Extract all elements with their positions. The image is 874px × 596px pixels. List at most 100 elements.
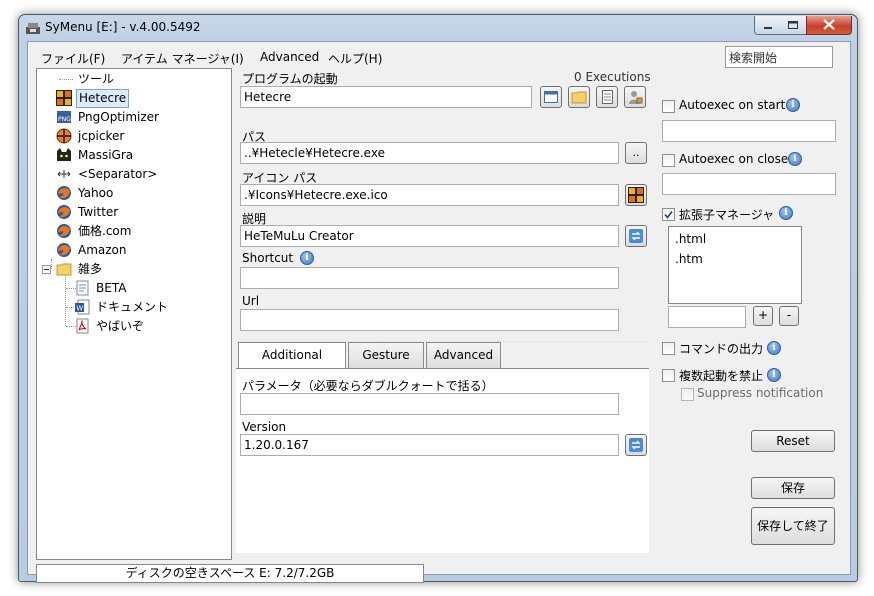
firefox-icon [57,186,71,200]
ext-manager-checkbox[interactable] [662,208,675,221]
firefox-icon [57,224,71,238]
firefox-icon [57,205,71,219]
icon-path-field[interactable]: .¥Icons¥Hetecre.exe.ico [240,184,619,206]
info-icon[interactable]: i [779,206,793,220]
autoexec-close-label: Autoexec on close [679,152,789,166]
path-field[interactable]: ..¥Hetecle¥Hetecre.exe [240,142,619,164]
refresh-icon [629,438,643,452]
tree-item-label: 価格.com [78,224,132,238]
beta-icon [76,280,89,296]
maximize-button[interactable] [780,16,807,35]
minimize-icon [764,27,772,29]
extension-list[interactable]: .html .htm [668,226,802,304]
window-icon [544,91,558,103]
search-input[interactable]: 検索開始 [725,46,833,68]
version-label: Version [242,420,287,434]
program-name-field[interactable]: Hetecre [240,86,532,108]
program-label: プログラムの起動 [242,72,338,86]
picker-icon [56,128,72,144]
choose-icon-button[interactable] [625,184,647,206]
info-icon[interactable]: i [300,251,314,265]
list-item[interactable]: .htm [675,252,703,266]
checkmark-icon [664,211,673,219]
window-mode-button[interactable] [540,86,562,108]
tree-connector [59,79,73,80]
svg-text:W: W [76,305,83,313]
parameter-label: パラメータ（必要ならダブルクォートで括る） [242,379,494,393]
autoexec-close-field[interactable] [662,173,836,195]
url-field[interactable] [240,309,619,331]
tree-item-label: MassiGra [78,148,134,162]
tree-item-label: Amazon [78,243,127,257]
png-icon: PNG [57,111,71,123]
info-icon[interactable]: i [788,152,802,166]
folder-button[interactable] [568,86,590,108]
browse-path-button[interactable]: .. [625,142,647,164]
word-icon: W [75,299,90,315]
tree-item-label: BETA [96,281,127,295]
firefox-icon [57,243,71,257]
close-icon [823,19,835,30]
tab-gesture[interactable]: Gesture [348,342,424,368]
command-output-label: コマンドの出力 [679,342,764,356]
info-icon[interactable]: i [786,98,800,112]
tree-connector [51,259,52,269]
url-label: Url [242,294,260,308]
add-extension-button[interactable]: + [753,306,773,326]
tree-item-label: ドキュメント [96,300,169,314]
autoexec-close-checkbox[interactable] [662,154,675,167]
maximize-icon [788,21,798,29]
info-icon[interactable]: i [767,368,781,382]
suppress-notification-checkbox[interactable] [681,388,694,401]
list-item[interactable]: .html [675,232,706,246]
shortcut-label: Shortcut [242,251,294,265]
no-multi-launch-checkbox[interactable] [662,369,675,382]
autoexec-start-checkbox[interactable] [662,100,675,113]
command-output-checkbox[interactable] [662,342,675,355]
parameter-field[interactable] [240,393,619,415]
refresh-description-button[interactable] [625,225,647,247]
new-extension-field[interactable] [668,306,746,328]
close-button[interactable] [806,16,852,35]
version-field[interactable]: 1.20.0.167 [240,434,619,456]
status-bar: ディスクの空きスペース E: 7.2/7.2GB [36,564,424,583]
info-icon[interactable]: i [767,341,781,355]
remove-extension-button[interactable]: - [779,306,799,326]
refresh-icon [629,229,643,243]
user-lock-icon [629,91,643,104]
menu-item-manager[interactable]: アイテム マネージャ(I) [121,50,244,67]
menu-advanced[interactable]: Advanced [260,50,319,64]
tree-item-label: やばいぞ [96,319,145,333]
cat-icon [57,148,71,161]
separator-icon [57,170,71,178]
tree-item-label: Hetecre [76,89,130,108]
tab-additional-params[interactable]: Additional Params [238,342,346,386]
tab-advanced[interactable]: Advanced [426,342,501,368]
tree-item-label: 雑多 [78,262,103,276]
properties-button[interactable] [596,86,618,108]
refresh-version-button[interactable] [625,434,647,456]
no-multi-launch-label: 複数起動を禁止 [679,369,764,383]
executions-count: 0 Executions [574,70,651,84]
item-tree[interactable]: ツール Hetecre PNG PngOptimizer jcpicker Ma… [36,68,232,560]
shortcut-field[interactable] [240,267,619,289]
svg-text:PNG: PNG [58,116,71,123]
menu-help[interactable]: ヘルプ(H) [328,50,382,67]
save-button[interactable]: 保存 [751,477,835,499]
tree-item-label: PngOptimizer [78,110,159,124]
minimize-button[interactable] [754,16,782,35]
document-icon [602,90,613,104]
menu-file[interactable]: ファイル(F) [41,50,105,67]
run-as-user-button[interactable] [624,86,646,108]
tree-item-label: Twitter [78,205,119,219]
reset-button[interactable]: Reset [751,430,835,452]
collapse-icon[interactable] [42,265,51,274]
tree-item-label: ツール [78,72,115,86]
description-field[interactable]: HeTeMuLu Creator [240,225,619,247]
pdf-icon [76,318,89,334]
save-and-exit-button[interactable]: 保存して終了 [751,507,835,545]
tree-item-label: Yahoo [78,186,114,200]
suppress-notification-label: Suppress notification [697,386,824,400]
title-bar[interactable]: SyMenu [E:] - v.4.00.5492 [19,15,857,41]
autoexec-start-field[interactable] [662,120,836,142]
